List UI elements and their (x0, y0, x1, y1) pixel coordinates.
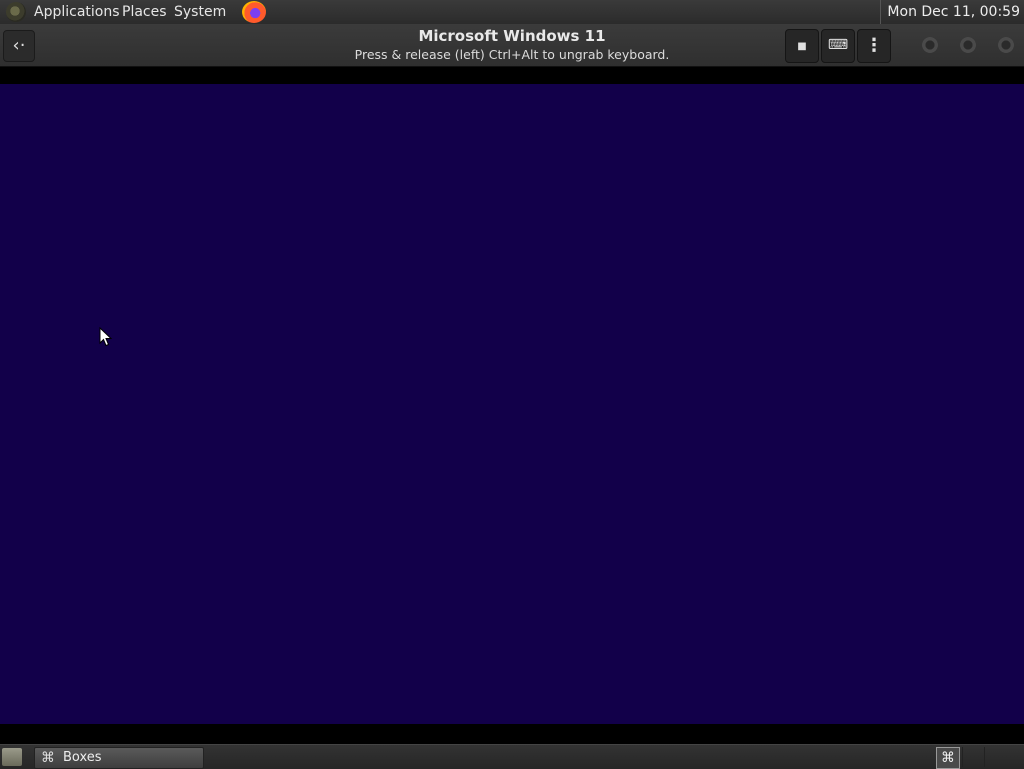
stop-icon: ■ (797, 41, 807, 52)
system-menu[interactable]: System (174, 0, 226, 24)
stop-button[interactable]: ■ (785, 29, 819, 63)
close-icon[interactable] (998, 37, 1014, 53)
workspace-switcher-slot[interactable] (984, 747, 1005, 767)
gnome-foot-icon[interactable] (6, 2, 26, 22)
menu-button[interactable]: ⋮ (857, 29, 891, 63)
vm-display[interactable] (0, 84, 1024, 724)
header-bar: ‹· Microsoft Windows 11 Press & release … (0, 24, 1024, 67)
vm-letterbox-bottom (0, 724, 1024, 744)
minimize-icon[interactable] (922, 37, 938, 53)
firefox-icon[interactable] (242, 1, 266, 23)
top-panel: Applications Places System Mon Dec 11, 0… (0, 0, 1024, 25)
workspace-switcher-active[interactable]: ⌘ (936, 747, 960, 769)
applications-menu[interactable]: Applications (34, 0, 120, 24)
keyboard-icon: ⌨ (827, 37, 849, 53)
show-desktop-icon[interactable] (2, 748, 22, 766)
bottom-panel: ⌘ Boxes ⌘ (0, 744, 1024, 769)
taskbar-item-label: Boxes (63, 750, 102, 765)
maximize-icon[interactable] (960, 37, 976, 53)
places-menu[interactable]: Places (122, 0, 167, 24)
clock[interactable]: Mon Dec 11, 00:59 (880, 0, 1020, 24)
keyboard-button[interactable]: ⌨ (821, 29, 855, 63)
vm-letterbox-top (0, 67, 1024, 84)
taskbar-item-boxes[interactable]: ⌘ Boxes (34, 747, 204, 769)
menu-kebab-icon: ⋮ (865, 35, 883, 56)
workspace-switcher-slot[interactable] (962, 747, 983, 767)
boxes-app-icon: ⌘ (41, 750, 55, 766)
